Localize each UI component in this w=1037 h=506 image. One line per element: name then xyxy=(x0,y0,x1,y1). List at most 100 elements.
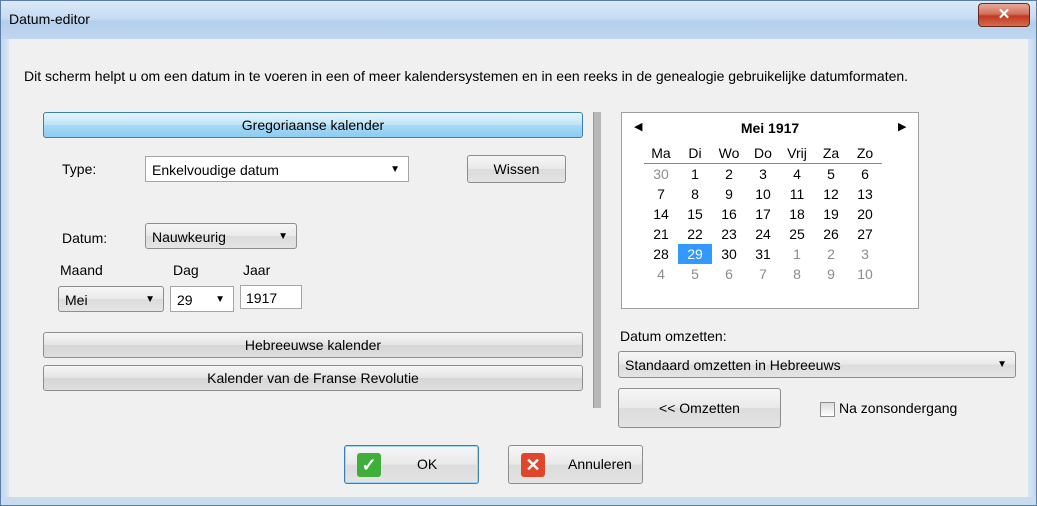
calendar-day[interactable]: 10 xyxy=(746,184,780,204)
month-select-value: Mei xyxy=(65,292,88,308)
datum-precision-value: Nauwkeurig xyxy=(152,229,226,245)
calendar-day[interactable]: 9 xyxy=(814,264,848,284)
calendar-day[interactable]: 11 xyxy=(780,184,814,204)
chevron-down-icon: ▼ xyxy=(215,294,225,305)
datum-label: Datum: xyxy=(62,230,108,246)
close-icon: ✕ xyxy=(997,6,1011,23)
window-frame-left xyxy=(1,39,9,505)
cancel-button[interactable]: ✕ Annuleren xyxy=(508,445,643,484)
calendar-day[interactable]: 7 xyxy=(746,264,780,284)
calendar-day[interactable]: 23 xyxy=(712,224,746,244)
calendar-day[interactable]: 8 xyxy=(780,264,814,284)
clear-button[interactable]: Wissen xyxy=(467,155,566,183)
convert-method-select[interactable]: Standaard omzetten in Hebreeuws ▼ xyxy=(618,351,1016,378)
calendar-day[interactable]: 1 xyxy=(678,164,712,185)
datum-precision-select[interactable]: Nauwkeurig ▼ xyxy=(145,223,297,249)
calendar-day[interactable]: 24 xyxy=(746,224,780,244)
weekday-header: Wo xyxy=(712,143,746,164)
checkmark-icon: ✓ xyxy=(357,453,381,477)
calendar-day[interactable]: 10 xyxy=(848,264,882,284)
day-select[interactable]: 29 ▼ xyxy=(170,286,234,312)
close-button[interactable]: ✕ xyxy=(978,3,1030,27)
gregorian-calendar-tab[interactable]: Gregoriaanse kalender xyxy=(43,112,583,138)
calendar-day[interactable]: 6 xyxy=(712,264,746,284)
calendar-day[interactable]: 7 xyxy=(644,184,678,204)
calendar-day[interactable]: 13 xyxy=(848,184,882,204)
calendar-day[interactable]: 27 xyxy=(848,224,882,244)
calendar-day[interactable]: 17 xyxy=(746,204,780,224)
weekday-header: Do xyxy=(746,143,780,164)
type-select[interactable]: Enkelvoudige datum ▼ xyxy=(145,156,409,182)
calendar-month-title[interactable]: Mei 1917 xyxy=(622,120,918,136)
calendar-day[interactable]: 16 xyxy=(712,204,746,224)
type-select-value: Enkelvoudige datum xyxy=(152,162,279,178)
weekday-header: Ma xyxy=(644,143,678,164)
calendar-week-row: 28 29 30 31 1 2 3 xyxy=(644,244,882,264)
calendar-day[interactable]: 25 xyxy=(780,224,814,244)
calendar-day[interactable]: 15 xyxy=(678,204,712,224)
intro-text: Dit scherm helpt u om een datum in te vo… xyxy=(24,68,909,84)
calendar-day[interactable]: 14 xyxy=(644,204,678,224)
calendar-day[interactable]: 3 xyxy=(848,244,882,264)
calendar-day[interactable]: 19 xyxy=(814,204,848,224)
calendar-day[interactable]: 21 xyxy=(644,224,678,244)
calendar-header: ◀ Mei 1917 ▶ xyxy=(622,116,918,140)
panel-divider[interactable] xyxy=(593,112,601,408)
month-select[interactable]: Mei ▼ xyxy=(58,286,164,312)
year-input[interactable]: 1917 xyxy=(240,285,302,309)
calendar-day[interactable]: 8 xyxy=(678,184,712,204)
day-select-value: 29 xyxy=(177,292,193,308)
month-label: Maand xyxy=(60,262,103,278)
calendar-day[interactable]: 1 xyxy=(780,244,814,264)
calendar-day[interactable]: 31 xyxy=(746,244,780,264)
calendar-grid: Ma Di Wo Do Vrij Za Zo 30 1 2 3 4 5 6 7 8 9 10 11 12 13 14 15… xyxy=(644,143,882,284)
chevron-down-icon: ▼ xyxy=(390,164,400,175)
ok-button[interactable]: ✓ OK xyxy=(344,445,479,484)
weekday-header: Zo xyxy=(848,143,882,164)
window-frame-right xyxy=(1028,39,1036,505)
calendar-day[interactable]: 28 xyxy=(644,244,678,264)
chevron-down-icon: ▼ xyxy=(145,294,155,305)
calendar-day[interactable]: 9 xyxy=(712,184,746,204)
french-revolution-calendar-tab[interactable]: Kalender van de Franse Revolutie xyxy=(43,365,583,391)
calendar-day[interactable]: 30 xyxy=(644,164,678,185)
calendar-day[interactable]: 4 xyxy=(644,264,678,284)
calendar-day[interactable]: 29 xyxy=(678,244,712,264)
calendar-day[interactable]: 5 xyxy=(678,264,712,284)
chevron-down-icon: ▼ xyxy=(278,231,288,242)
year-label: Jaar xyxy=(243,262,271,278)
weekday-header: Di xyxy=(678,143,712,164)
window-frame-bottom xyxy=(1,497,1036,505)
after-sunset-checkbox[interactable] xyxy=(820,402,835,417)
calendar-week-row: 7 8 9 10 11 12 13 xyxy=(644,184,882,204)
calendar-day[interactable]: 2 xyxy=(814,244,848,264)
type-label: Type: xyxy=(62,161,97,177)
calendar-day[interactable]: 12 xyxy=(814,184,848,204)
calendar-day[interactable]: 20 xyxy=(848,204,882,224)
title-bar[interactable]: Datum-editor ✕ xyxy=(1,1,1036,39)
calendar-week-row: 30 1 2 3 4 5 6 xyxy=(644,164,882,185)
calendar-day[interactable]: 3 xyxy=(746,164,780,185)
calendar-day[interactable]: 30 xyxy=(712,244,746,264)
calendar-day[interactable]: 5 xyxy=(814,164,848,185)
calendar-week-row: 14 15 16 17 18 19 20 xyxy=(644,204,882,224)
calendar-week-row: 21 22 23 24 25 26 27 xyxy=(644,224,882,244)
calendar-day[interactable]: 18 xyxy=(780,204,814,224)
calendar-day[interactable]: 26 xyxy=(814,224,848,244)
calendar-day[interactable]: 22 xyxy=(678,224,712,244)
calendar-day[interactable]: 4 xyxy=(780,164,814,185)
next-month-icon[interactable]: ▶ xyxy=(898,120,906,133)
calendar-day[interactable]: 6 xyxy=(848,164,882,185)
weekday-header: Za xyxy=(814,143,848,164)
convert-label: Datum omzetten: xyxy=(620,328,727,344)
calendar-day[interactable]: 2 xyxy=(712,164,746,185)
hebrew-calendar-tab[interactable]: Hebreeuwse kalender xyxy=(43,332,583,358)
calendar-week-row: 4 5 6 7 8 9 10 xyxy=(644,264,882,284)
day-label: Dag xyxy=(173,262,199,278)
chevron-down-icon: ▼ xyxy=(997,359,1007,370)
convert-method-value: Standaard omzetten in Hebreeuws xyxy=(625,357,841,373)
after-sunset-label: Na zonsondergang xyxy=(839,400,958,416)
window-title: Datum-editor xyxy=(9,11,90,27)
convert-button[interactable]: << Omzetten xyxy=(618,388,781,428)
month-calendar[interactable]: ◀ Mei 1917 ▶ Ma Di Wo Do Vrij Za Zo 30 1 2 3 4 5 6 7 8… xyxy=(621,112,919,309)
